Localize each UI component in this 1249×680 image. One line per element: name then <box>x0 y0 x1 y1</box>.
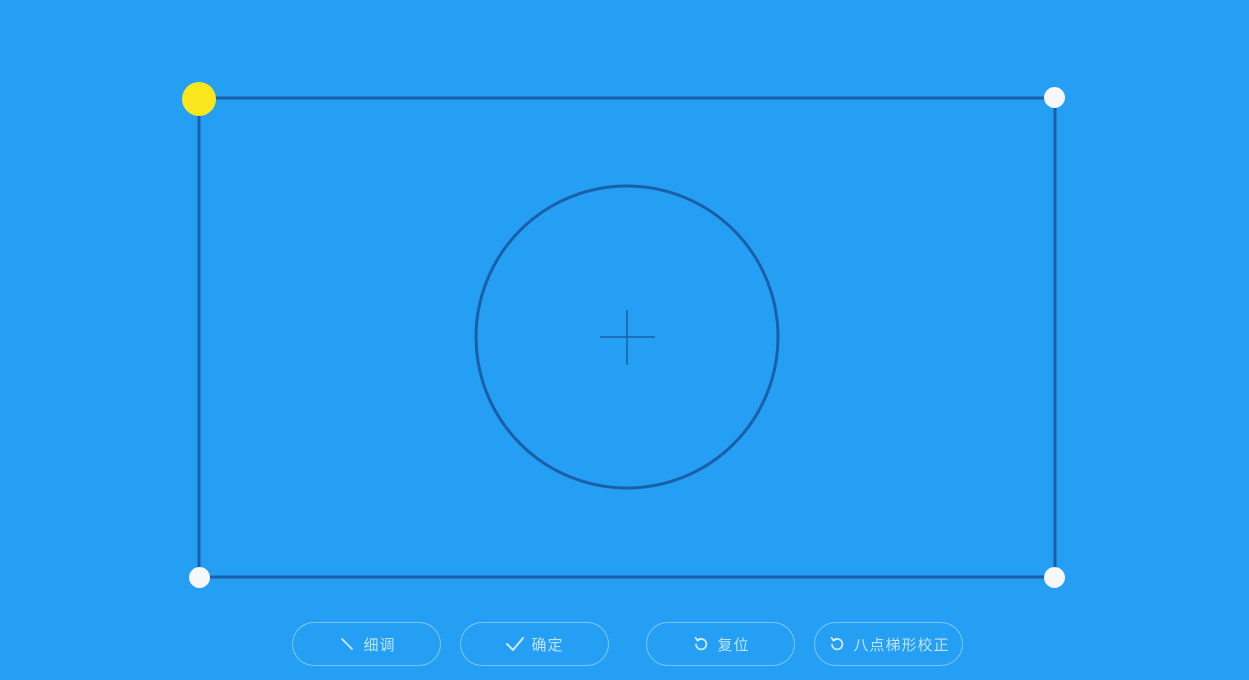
confirm-button[interactable]: 确定 <box>460 622 609 666</box>
corner-handle-bottom-right[interactable] <box>1044 567 1065 588</box>
checkmark-icon <box>505 634 525 654</box>
reset-button[interactable]: 复位 <box>646 622 795 666</box>
reset-label: 复位 <box>717 635 750 654</box>
corner-handle-top-right[interactable] <box>1044 87 1065 108</box>
diagonal-line-icon <box>337 634 357 654</box>
eight-point-keystone-label: 八点梯形校正 <box>853 635 950 654</box>
rotate-ccw-icon <box>827 634 847 654</box>
fine-tune-label: 细调 <box>363 635 396 654</box>
corner-handle-top-left[interactable] <box>182 82 216 116</box>
confirm-label: 确定 <box>531 635 564 654</box>
corner-handle-bottom-left[interactable] <box>189 567 210 588</box>
eight-point-keystone-button[interactable]: 八点梯形校正 <box>814 622 963 666</box>
fine-tune-button[interactable]: 细调 <box>292 622 441 666</box>
rotate-ccw-icon <box>691 634 711 654</box>
keystone-correction-screen: 细调 确定 复位 八点梯形校正 <box>0 0 1249 680</box>
